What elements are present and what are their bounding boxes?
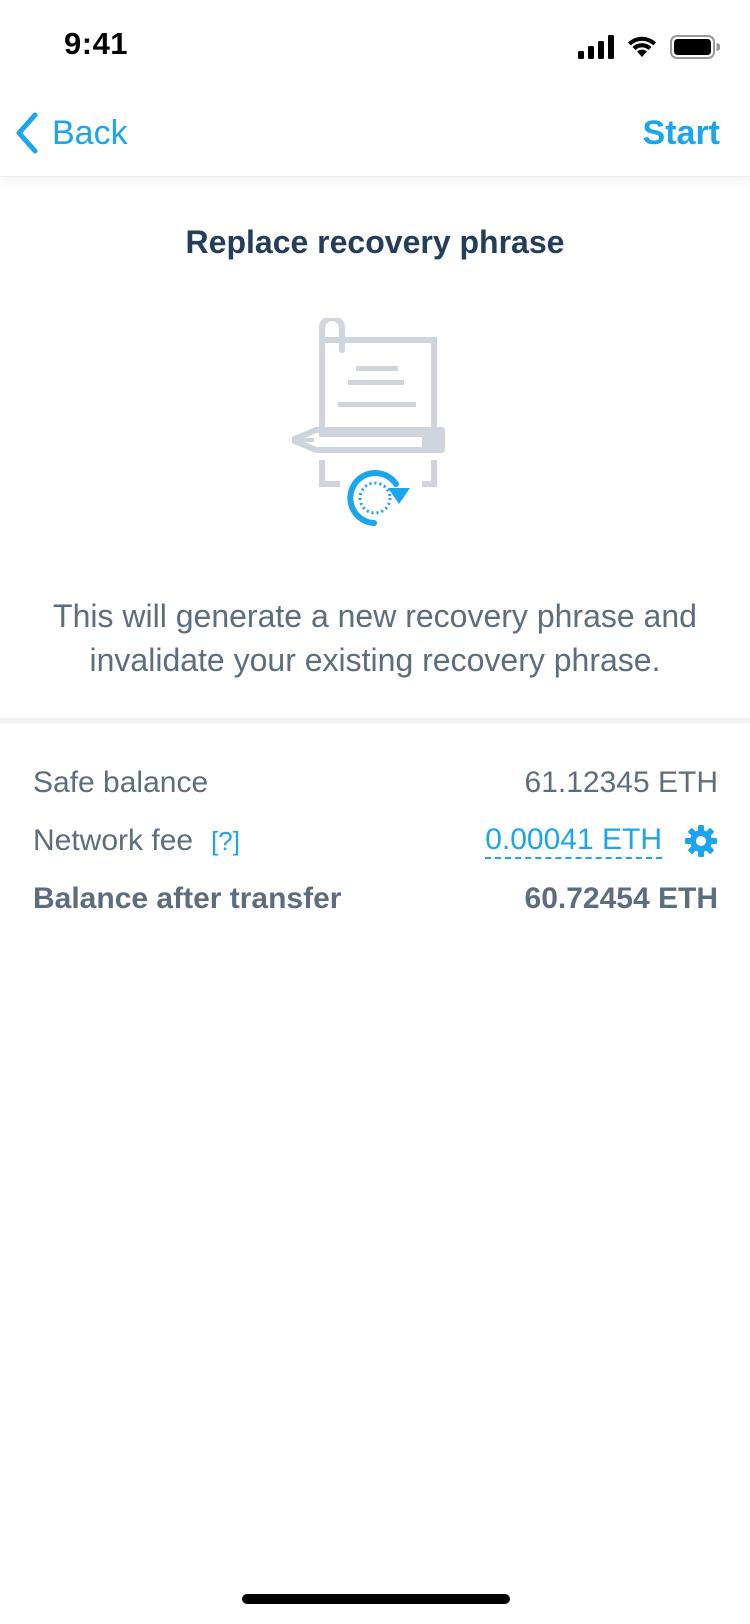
wifi-icon [628,36,656,57]
signal-icon [578,35,614,59]
balance-after-label: Balance after transfer [33,882,342,915]
safe-balance-label: Safe balance [33,766,209,799]
home-indicator[interactable] [242,1594,510,1604]
network-fee-row: Network fee [?] 0.00041 ETH [33,819,718,863]
gear-icon [685,825,717,857]
network-fee-value[interactable]: 0.00041 ETH [485,823,662,859]
status-bar: 9:41 [0,0,750,90]
screen: 9:41 Back Start Replace recovery phrase … [0,0,750,1624]
description-text: This will generate a new recovery phrase… [53,598,697,678]
balance-after-row: Balance after transfer 60.72454 ETH [33,877,718,921]
back-button[interactable]: Back [14,108,128,158]
chevron-left-icon [16,112,38,154]
start-button[interactable]: Start [643,108,720,158]
network-fee-label: Network fee [33,824,194,857]
network-fee-help-link[interactable]: [?] [211,826,240,857]
status-time: 9:41 [64,26,129,61]
safe-balance-value: 61.12345 ETH [524,766,718,799]
status-icons [578,34,720,60]
balance-after-value: 60.72454 ETH [524,882,718,915]
fee-settings-button[interactable] [684,824,718,858]
back-label: Back [52,113,128,152]
safe-balance-row: Safe balance 61.12345 ETH [33,761,718,805]
section-divider [0,718,750,723]
navigation-bar: Back Start [0,90,750,177]
document-replace-icon [292,318,445,526]
page-title: Replace recovery phrase [185,224,565,260]
battery-icon [670,35,720,59]
